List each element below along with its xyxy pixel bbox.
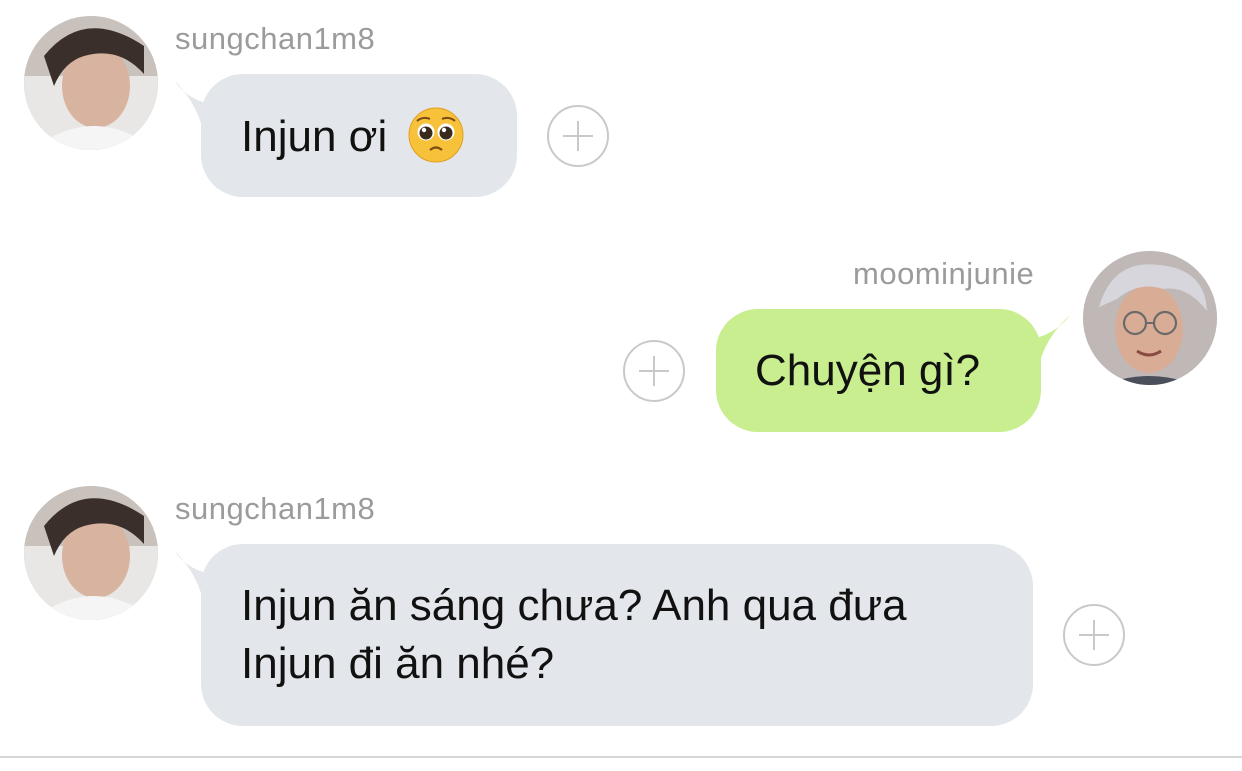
avatar-sungchan1m8[interactable] (24, 486, 158, 620)
message-text-line: Injun đi ăn nhé? (241, 639, 555, 688)
message-text: Chuyện gì? (755, 346, 981, 395)
add-reaction-plus-icon[interactable] (623, 340, 685, 402)
divider (0, 756, 1242, 758)
message-bubble-outgoing[interactable]: Chuyện gì? (716, 309, 1041, 432)
username-label: sungchan1m8 (175, 21, 376, 56)
avatar-moominjunie[interactable] (1083, 251, 1217, 385)
pleading-face-emoji-icon (408, 107, 463, 163)
avatar-sungchan1m8[interactable] (24, 16, 158, 150)
username-label: sungchan1m8 (175, 491, 376, 526)
username-label: moominjunie (853, 256, 1035, 291)
message-bubble-incoming[interactable]: Injun ơi (201, 74, 517, 197)
chat-thread: sungchan1m8 Injun ơi moominjunie Chuyện … (0, 0, 1242, 771)
message-text: Injun ơi (241, 112, 388, 161)
add-reaction-plus-icon[interactable] (1063, 604, 1125, 666)
message-bubble-incoming[interactable]: Injun ăn sáng chưa? Anh qua đưa Injun đi… (201, 544, 1033, 726)
add-reaction-plus-icon[interactable] (547, 105, 609, 167)
message-text-line: Injun ăn sáng chưa? Anh qua đưa (241, 581, 907, 630)
